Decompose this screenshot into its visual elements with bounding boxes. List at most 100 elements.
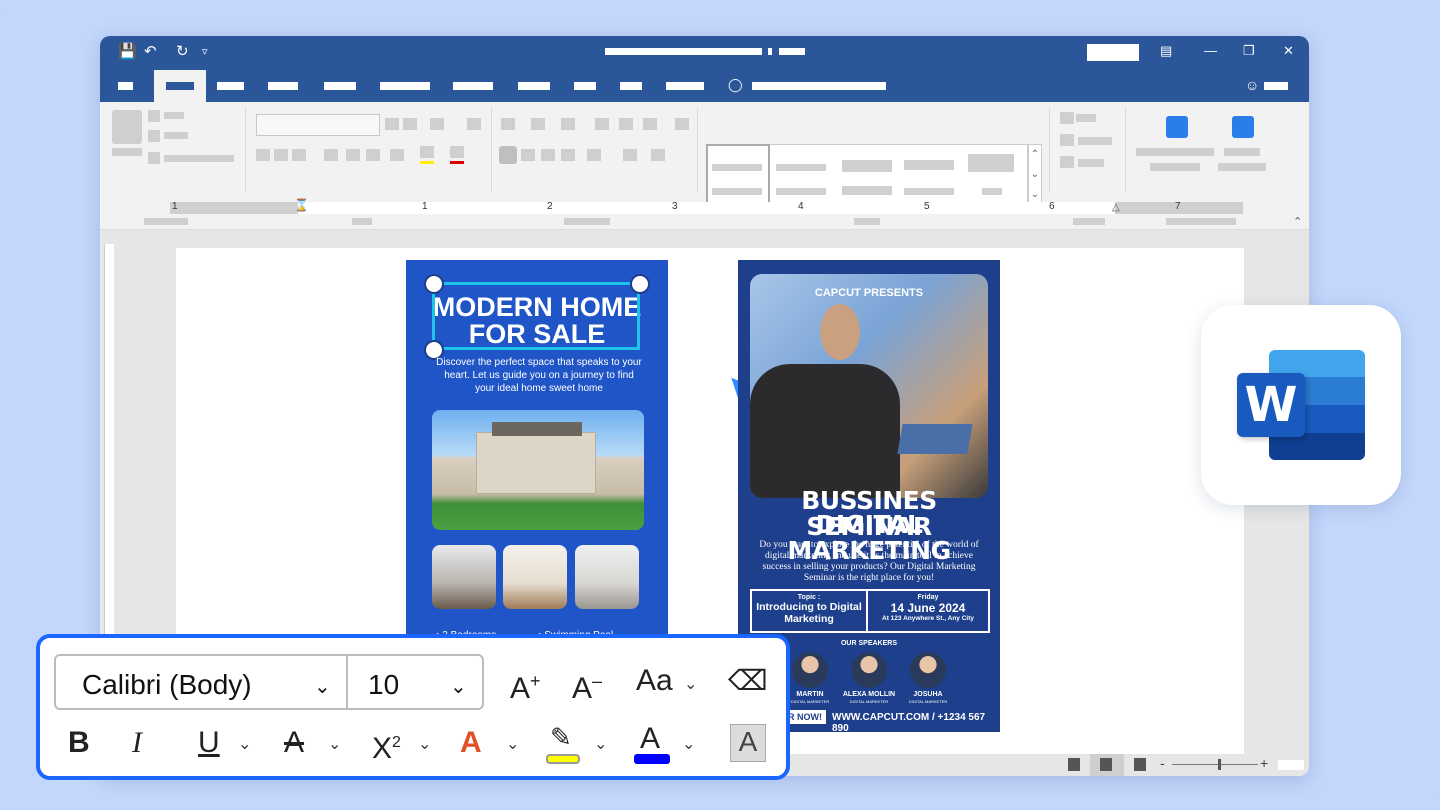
show-marks-icon[interactable] (675, 118, 689, 130)
highlighter-icon[interactable]: ✎ (550, 720, 572, 754)
chevron-down-icon[interactable]: ⌄ (682, 734, 695, 754)
style-heading-b[interactable] (842, 186, 892, 195)
character-shading-icon[interactable]: A (730, 724, 766, 762)
restore-icon[interactable]: ❐ (1243, 42, 1255, 60)
ribbon-display-icon[interactable]: ▤ (1160, 42, 1172, 60)
chevron-down-icon[interactable]: ⌄ (506, 734, 519, 754)
bold-icon[interactable]: B (68, 726, 90, 760)
chevron-down-icon[interactable]: ⌄ (450, 674, 467, 699)
flyer-home-for-sale[interactable]: MODERN HOME FOR SALE Discover the perfec… (406, 260, 668, 660)
borders-icon[interactable] (651, 149, 665, 161)
style-nospacing[interactable] (776, 164, 826, 171)
tell-me-box[interactable] (752, 82, 886, 90)
strike-icon[interactable] (324, 149, 338, 161)
style-subtitle[interactable] (982, 188, 1002, 195)
sort-icon[interactable] (643, 118, 657, 130)
increase-indent-icon[interactable] (619, 118, 633, 130)
font-name-combo[interactable]: Calibri (Body) ⌄ (54, 654, 348, 710)
tab-help[interactable] (620, 82, 642, 90)
tab-review[interactable] (518, 82, 550, 90)
justify-icon[interactable] (561, 149, 575, 161)
italic-icon[interactable]: I (132, 726, 142, 760)
zoom-slider[interactable] (1172, 764, 1258, 765)
zoom-thumb[interactable] (1218, 759, 1221, 770)
chevron-down-icon[interactable]: ⌄ (238, 734, 251, 754)
bullets-icon[interactable] (501, 118, 515, 130)
tab-view[interactable] (574, 82, 596, 90)
style-title[interactable] (968, 154, 1014, 172)
subscript-icon[interactable] (346, 149, 360, 161)
numbering-icon[interactable] (531, 118, 545, 130)
font-size-combo[interactable]: 10 ⌄ (346, 654, 484, 710)
bold-icon[interactable] (256, 149, 270, 161)
change-case-icon[interactable] (430, 118, 444, 130)
indent-marker-icon[interactable]: ⌛ (294, 198, 309, 212)
style-heading-a[interactable] (776, 188, 826, 195)
shrink-font-icon[interactable]: A– (572, 664, 602, 706)
paste-button[interactable] (112, 110, 142, 144)
find-icon[interactable] (1060, 112, 1074, 124)
web-layout-icon[interactable] (1134, 758, 1146, 771)
tab-file[interactable] (118, 82, 133, 90)
selection-box[interactable] (432, 282, 640, 350)
style-heading2[interactable] (904, 160, 954, 170)
save-icon[interactable]: 💾 (118, 43, 137, 61)
tab-design[interactable] (268, 82, 298, 90)
grow-font-icon[interactable]: A+ (510, 664, 541, 706)
change-case-icon[interactable]: Aa (636, 664, 673, 698)
eraser-icon[interactable]: ⌫ (728, 664, 768, 698)
replace-icon[interactable] (1060, 134, 1074, 146)
chevron-down-icon[interactable]: ⌄ (314, 674, 331, 699)
style-heading-c[interactable] (904, 188, 954, 195)
decrease-indent-icon[interactable] (595, 118, 609, 130)
highlight-icon[interactable] (420, 146, 434, 158)
resize-handle[interactable] (424, 274, 444, 294)
print-layout-button[interactable] (1090, 754, 1124, 776)
tell-me-icon[interactable]: ◯ (728, 76, 743, 94)
select-icon[interactable] (1060, 156, 1074, 168)
sign-in-button[interactable] (1087, 44, 1139, 61)
tab-insert[interactable] (217, 82, 244, 90)
chevron-down-icon[interactable]: ⌄ (418, 734, 431, 754)
style-normal[interactable] (706, 144, 770, 204)
share-label[interactable] (1264, 82, 1288, 90)
grow-font-icon[interactable] (385, 118, 399, 130)
superscript-icon[interactable]: X2 (372, 726, 401, 766)
zoom-level[interactable] (1278, 760, 1304, 770)
font-color-icon[interactable] (450, 146, 464, 158)
tab-layout[interactable] (324, 82, 356, 90)
tab-mailings[interactable] (453, 82, 493, 90)
tab-references[interactable] (380, 82, 430, 90)
close-icon[interactable]: ✕ (1283, 42, 1294, 60)
cut-icon[interactable] (148, 110, 160, 122)
underline-icon[interactable]: U (198, 726, 220, 760)
font-color-icon[interactable]: A (640, 722, 660, 756)
right-indent-icon[interactable]: △ (1112, 202, 1120, 213)
format-painter-icon[interactable] (148, 152, 160, 164)
text-effects-icon[interactable]: A (460, 726, 482, 760)
style-heading1[interactable] (842, 160, 892, 172)
superscript-icon[interactable] (366, 149, 380, 161)
share-icon[interactable]: ☺ (1245, 76, 1259, 94)
addin-icon-1[interactable] (1166, 116, 1188, 138)
copy-icon[interactable] (148, 130, 160, 142)
align-left-icon[interactable] (499, 146, 517, 164)
italic-icon[interactable] (274, 149, 288, 161)
align-center-icon[interactable] (521, 149, 535, 161)
shading-icon[interactable] (623, 149, 637, 161)
tab-home[interactable] (154, 70, 206, 102)
text-effects-icon[interactable] (390, 149, 404, 161)
zoom-out-icon[interactable]: - (1160, 755, 1165, 771)
minimize-icon[interactable]: — (1204, 42, 1217, 60)
clear-format-icon[interactable] (467, 118, 481, 130)
read-mode-icon[interactable] (1068, 758, 1080, 771)
line-spacing-icon[interactable] (587, 149, 601, 161)
align-right-icon[interactable] (541, 149, 555, 161)
ribbon-font-combo[interactable] (256, 114, 380, 136)
addin-icon-2[interactable] (1232, 116, 1254, 138)
zoom-in-icon[interactable]: + (1260, 755, 1268, 771)
undo-icon[interactable]: ↶ (144, 43, 157, 61)
chevron-down-icon[interactable]: ⌄ (594, 734, 607, 754)
customize-qat-icon[interactable]: ▿ (202, 43, 208, 61)
multilevel-icon[interactable] (561, 118, 575, 130)
